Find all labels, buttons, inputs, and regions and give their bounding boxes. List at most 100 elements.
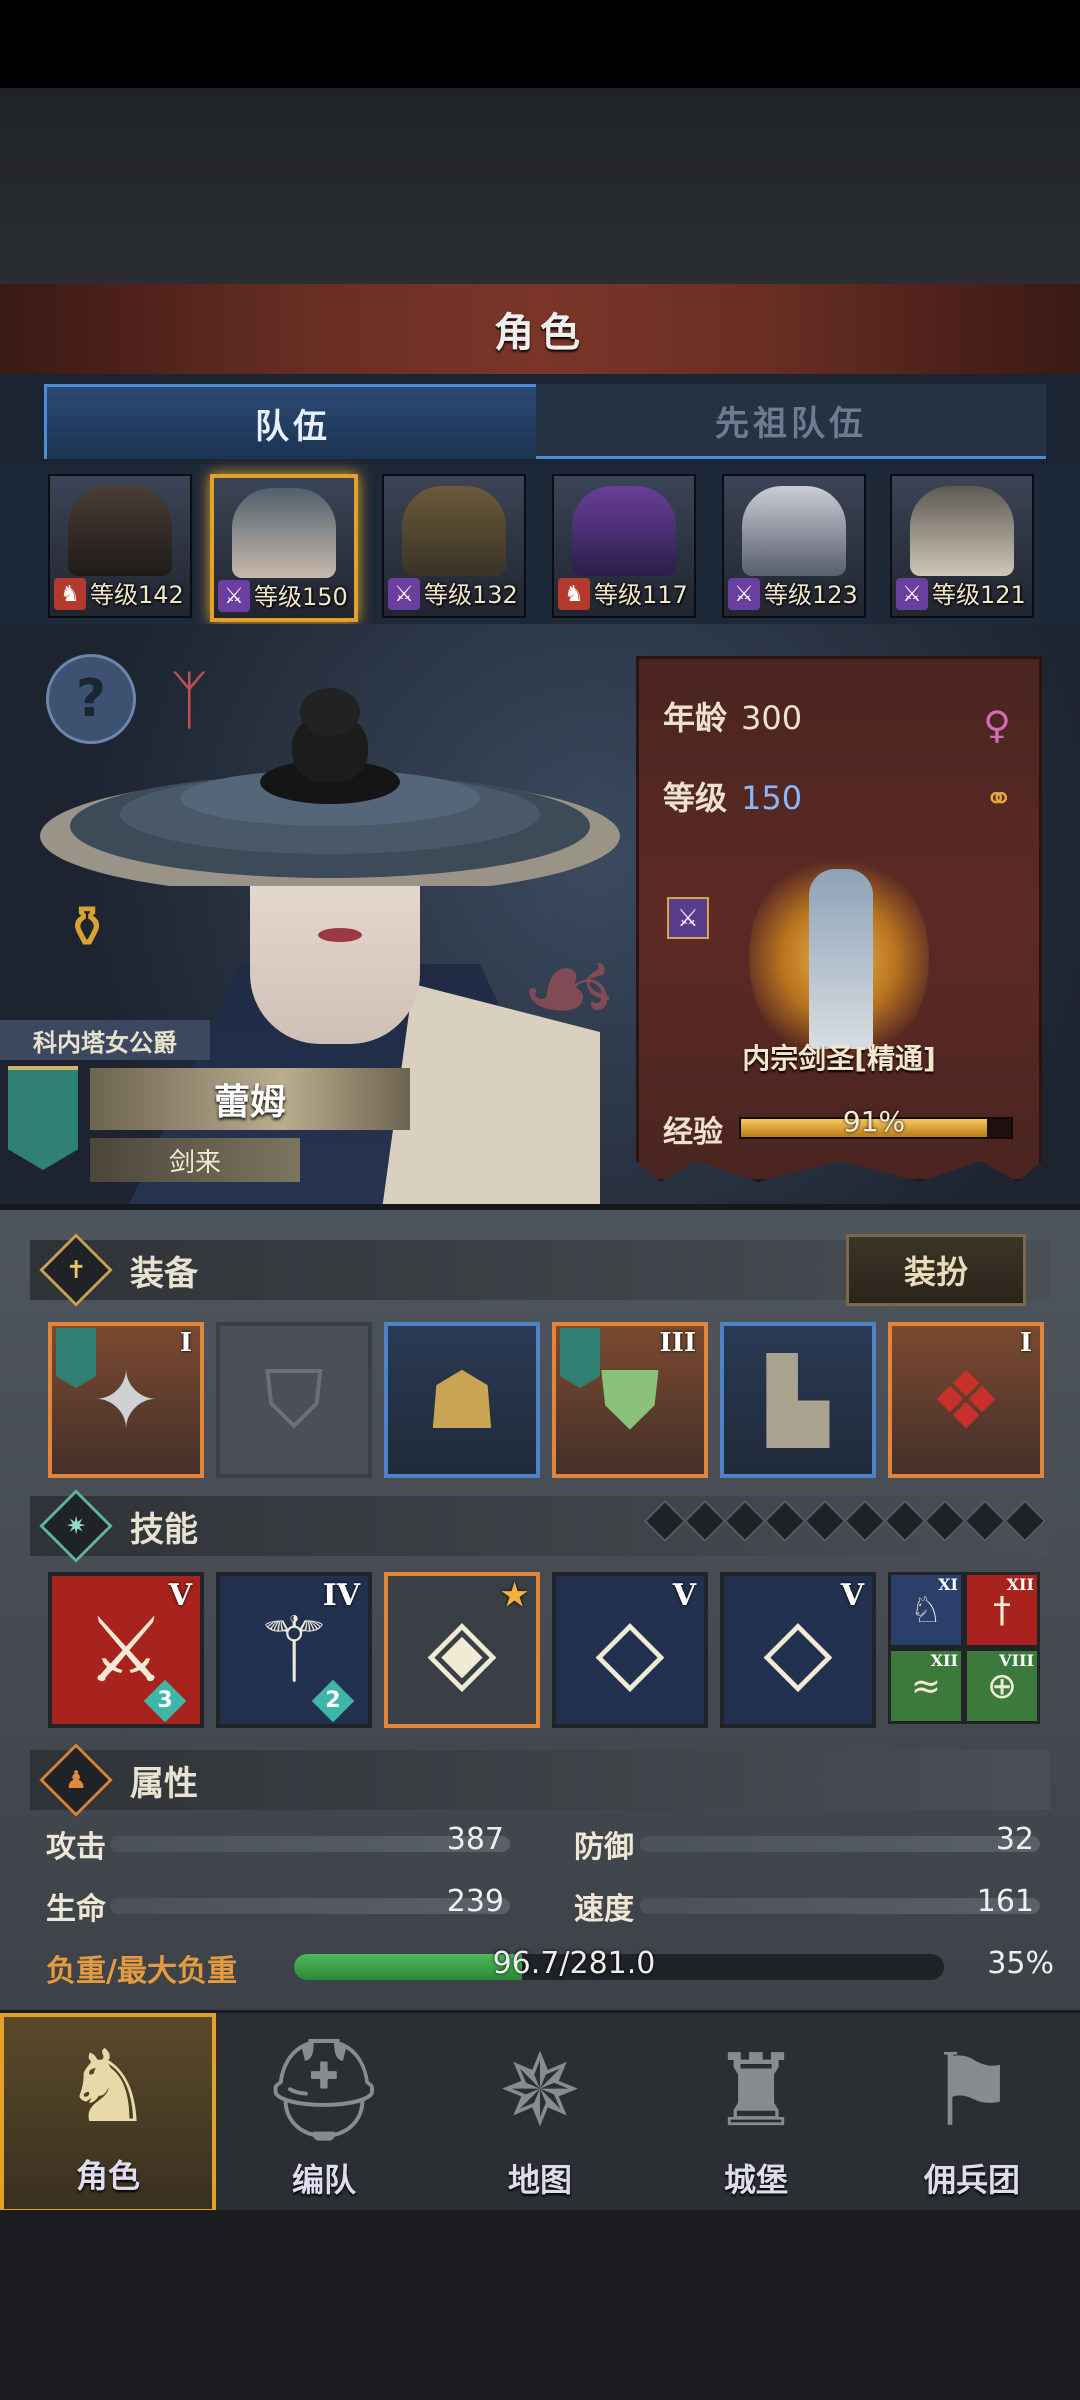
skill-count: 3 bbox=[157, 1688, 173, 1713]
guild-banner-icon bbox=[8, 1066, 78, 1170]
star-icon: ★ bbox=[501, 1578, 528, 1613]
hero-level: 等级150 bbox=[254, 583, 348, 611]
rank-label: XI bbox=[938, 1575, 958, 1594]
class-name[interactable]: 内宗剑圣[精通] bbox=[639, 1037, 1039, 1077]
crystal-strike-icon: ◇ bbox=[763, 1597, 833, 1703]
shuriken-icon: ✦ bbox=[92, 1353, 160, 1447]
speed-value: 161 bbox=[976, 1884, 1034, 1919]
character-stage: ᛉ ✦ ❧ ☙ ? ⚱ 科内塔女公爵 蕾姆 剑来 年龄300 ♀ 等级150 ⚭… bbox=[0, 624, 1080, 1204]
hero-slot-3[interactable]: ⚔ 等级132 bbox=[382, 474, 526, 618]
equipment-label: 装备 bbox=[130, 1253, 198, 1294]
nav-formation[interactable]: ⛑ 编队 bbox=[216, 2013, 432, 2213]
tab-team[interactable]: 队伍 bbox=[44, 384, 542, 459]
skill-point-icon bbox=[803, 1499, 847, 1543]
speed-label: 速度 bbox=[574, 1892, 634, 1927]
exp-label: 经验 bbox=[663, 1115, 723, 1150]
skill-point-icon bbox=[963, 1499, 1007, 1543]
horse-icon: ♞ bbox=[558, 578, 590, 610]
boots-icon: ▙ bbox=[767, 1353, 829, 1447]
rings-icon[interactable]: ⚭ bbox=[985, 779, 1014, 819]
sword-icon: ⚔ bbox=[728, 578, 760, 610]
nav-label: 角色 bbox=[75, 2157, 140, 2195]
hp-value: 239 bbox=[446, 1884, 504, 1919]
skills-header: ✷ 技能 bbox=[30, 1489, 1050, 1563]
dress-up-button[interactable]: 装扮 bbox=[846, 1234, 1026, 1306]
load-percent: 35% bbox=[987, 1946, 1054, 1981]
nav-castle[interactable]: ♜ 城堡 bbox=[648, 2013, 864, 2213]
skill-slot-5[interactable]: V ◇ bbox=[720, 1572, 876, 1728]
load-label: 负重/最大负重 bbox=[46, 1954, 237, 1989]
team-tabs: 队伍 先祖队伍 bbox=[0, 374, 1080, 464]
sword-icon: ⚔ bbox=[218, 580, 250, 612]
details-panel: ✝ 装备 装扮 I ✦ ⛉ ☗ III ⛊ ▙ I ❖ ✷ 技能 V ⚔ 3 I… bbox=[0, 1210, 1080, 2010]
hero-portrait bbox=[572, 486, 676, 576]
potion-icon[interactable]: ⚱ bbox=[52, 892, 122, 962]
tab-ancestor-team[interactable]: 先祖队伍 bbox=[536, 384, 1046, 459]
skill-slot-1[interactable]: V ⚔ 3 bbox=[48, 1572, 204, 1728]
character-lips bbox=[318, 928, 362, 942]
horse-icon: ♞ bbox=[54, 578, 86, 610]
system-nav-area bbox=[0, 2210, 1080, 2400]
hood-icon: ☗ bbox=[426, 1353, 498, 1447]
skills-label: 技能 bbox=[130, 1509, 198, 1550]
nav-label: 佣兵团 bbox=[923, 2161, 1020, 2199]
hero-portrait bbox=[68, 486, 172, 576]
passive-skill-4[interactable]: VIII ⊕ bbox=[964, 1648, 1040, 1724]
hero-level: 等级123 bbox=[764, 581, 858, 609]
skill-slot-4[interactable]: V ◇ bbox=[552, 1572, 708, 1728]
rank-label: III bbox=[659, 1328, 697, 1358]
hero-portrait bbox=[910, 486, 1014, 576]
skill-point-icon bbox=[643, 1499, 687, 1543]
passive-skill-2[interactable]: XII † bbox=[964, 1572, 1040, 1648]
hero-slot-6[interactable]: ⚔ 等级121 bbox=[890, 474, 1034, 618]
equipment-header: ✝ 装备 装扮 bbox=[30, 1233, 1050, 1307]
hood-slot[interactable]: ☗ bbox=[384, 1322, 540, 1478]
hero-slot-5[interactable]: ⚔ 等级123 bbox=[722, 474, 866, 618]
hero-level: 等级117 bbox=[594, 581, 688, 609]
helmet-icon: ⛑ bbox=[260, 2031, 388, 2148]
boots-slot[interactable]: ▙ bbox=[720, 1322, 876, 1478]
skill-point-icon bbox=[1003, 1499, 1047, 1543]
hero-roster: ♞ 等级142 ⚔ 等级150 ⚔ 等级132 ♞ 等级117 ⚔ 等级123 … bbox=[0, 464, 1080, 624]
guild-banner-icon bbox=[56, 1328, 96, 1388]
hero-portrait bbox=[742, 486, 846, 576]
nav-character[interactable]: ♞ 角色 bbox=[0, 2013, 216, 2213]
charm-slot[interactable]: I ❖ bbox=[888, 1322, 1044, 1478]
hero-portrait bbox=[402, 486, 506, 576]
hero-slot-1[interactable]: ♞ 等级142 bbox=[48, 474, 192, 618]
defense-value: 32 bbox=[995, 1822, 1034, 1857]
age-row: 年龄 300 bbox=[663, 693, 802, 739]
character-info-card: 年龄 300 ♀ 等级 150 ⚭ ⚔ 内宗剑圣[精通] 经验 91% bbox=[636, 656, 1042, 1182]
skill-count: 2 bbox=[325, 1688, 341, 1713]
armor-slot[interactable]: III ⛊ bbox=[552, 1322, 708, 1478]
title-bar: 角色 bbox=[0, 284, 1080, 377]
hero-slot-2[interactable]: ⚔ 等级150 bbox=[210, 474, 358, 622]
skill-point-icon bbox=[843, 1499, 887, 1543]
nav-label: 编队 bbox=[291, 2161, 356, 2199]
rank-label: XII bbox=[930, 1651, 958, 1670]
skill-slot-3[interactable]: ★ ◈ bbox=[384, 1572, 540, 1728]
rank-label: XII bbox=[1006, 1575, 1034, 1594]
rank-label: V bbox=[840, 1578, 864, 1613]
shield-slot[interactable]: ⛉ bbox=[216, 1322, 372, 1478]
person-icon: ♟ bbox=[39, 1743, 113, 1817]
hero-portrait bbox=[232, 488, 336, 578]
passive-skill-3[interactable]: XII ≈ bbox=[888, 1648, 964, 1724]
passive-skill-1[interactable]: XI ♘ bbox=[888, 1572, 964, 1648]
rank-label: IV bbox=[322, 1578, 360, 1613]
hp-label: 生命 bbox=[46, 1892, 106, 1927]
hero-slot-4[interactable]: ♞ 等级117 bbox=[552, 474, 696, 618]
rank-label: I bbox=[1019, 1328, 1032, 1358]
help-button[interactable]: ? bbox=[46, 654, 136, 744]
character-title: 科内塔女公爵 bbox=[0, 1020, 210, 1060]
skill-count-badge: 2 bbox=[311, 1679, 355, 1723]
skill-slot-2[interactable]: IV ⚚ 2 bbox=[216, 1572, 372, 1728]
hero-level: 等级142 bbox=[90, 581, 184, 609]
nav-label: 城堡 bbox=[723, 2161, 788, 2199]
rank-label: V bbox=[168, 1578, 192, 1613]
age-value: 300 bbox=[741, 699, 803, 737]
nav-map[interactable]: ✵ 地图 bbox=[432, 2013, 648, 2213]
weapon-slot[interactable]: I ✦ bbox=[48, 1322, 204, 1478]
sword-icon: ⚔ bbox=[667, 897, 709, 939]
nav-mercenary[interactable]: ⚑ 佣兵团 bbox=[864, 2013, 1080, 2213]
